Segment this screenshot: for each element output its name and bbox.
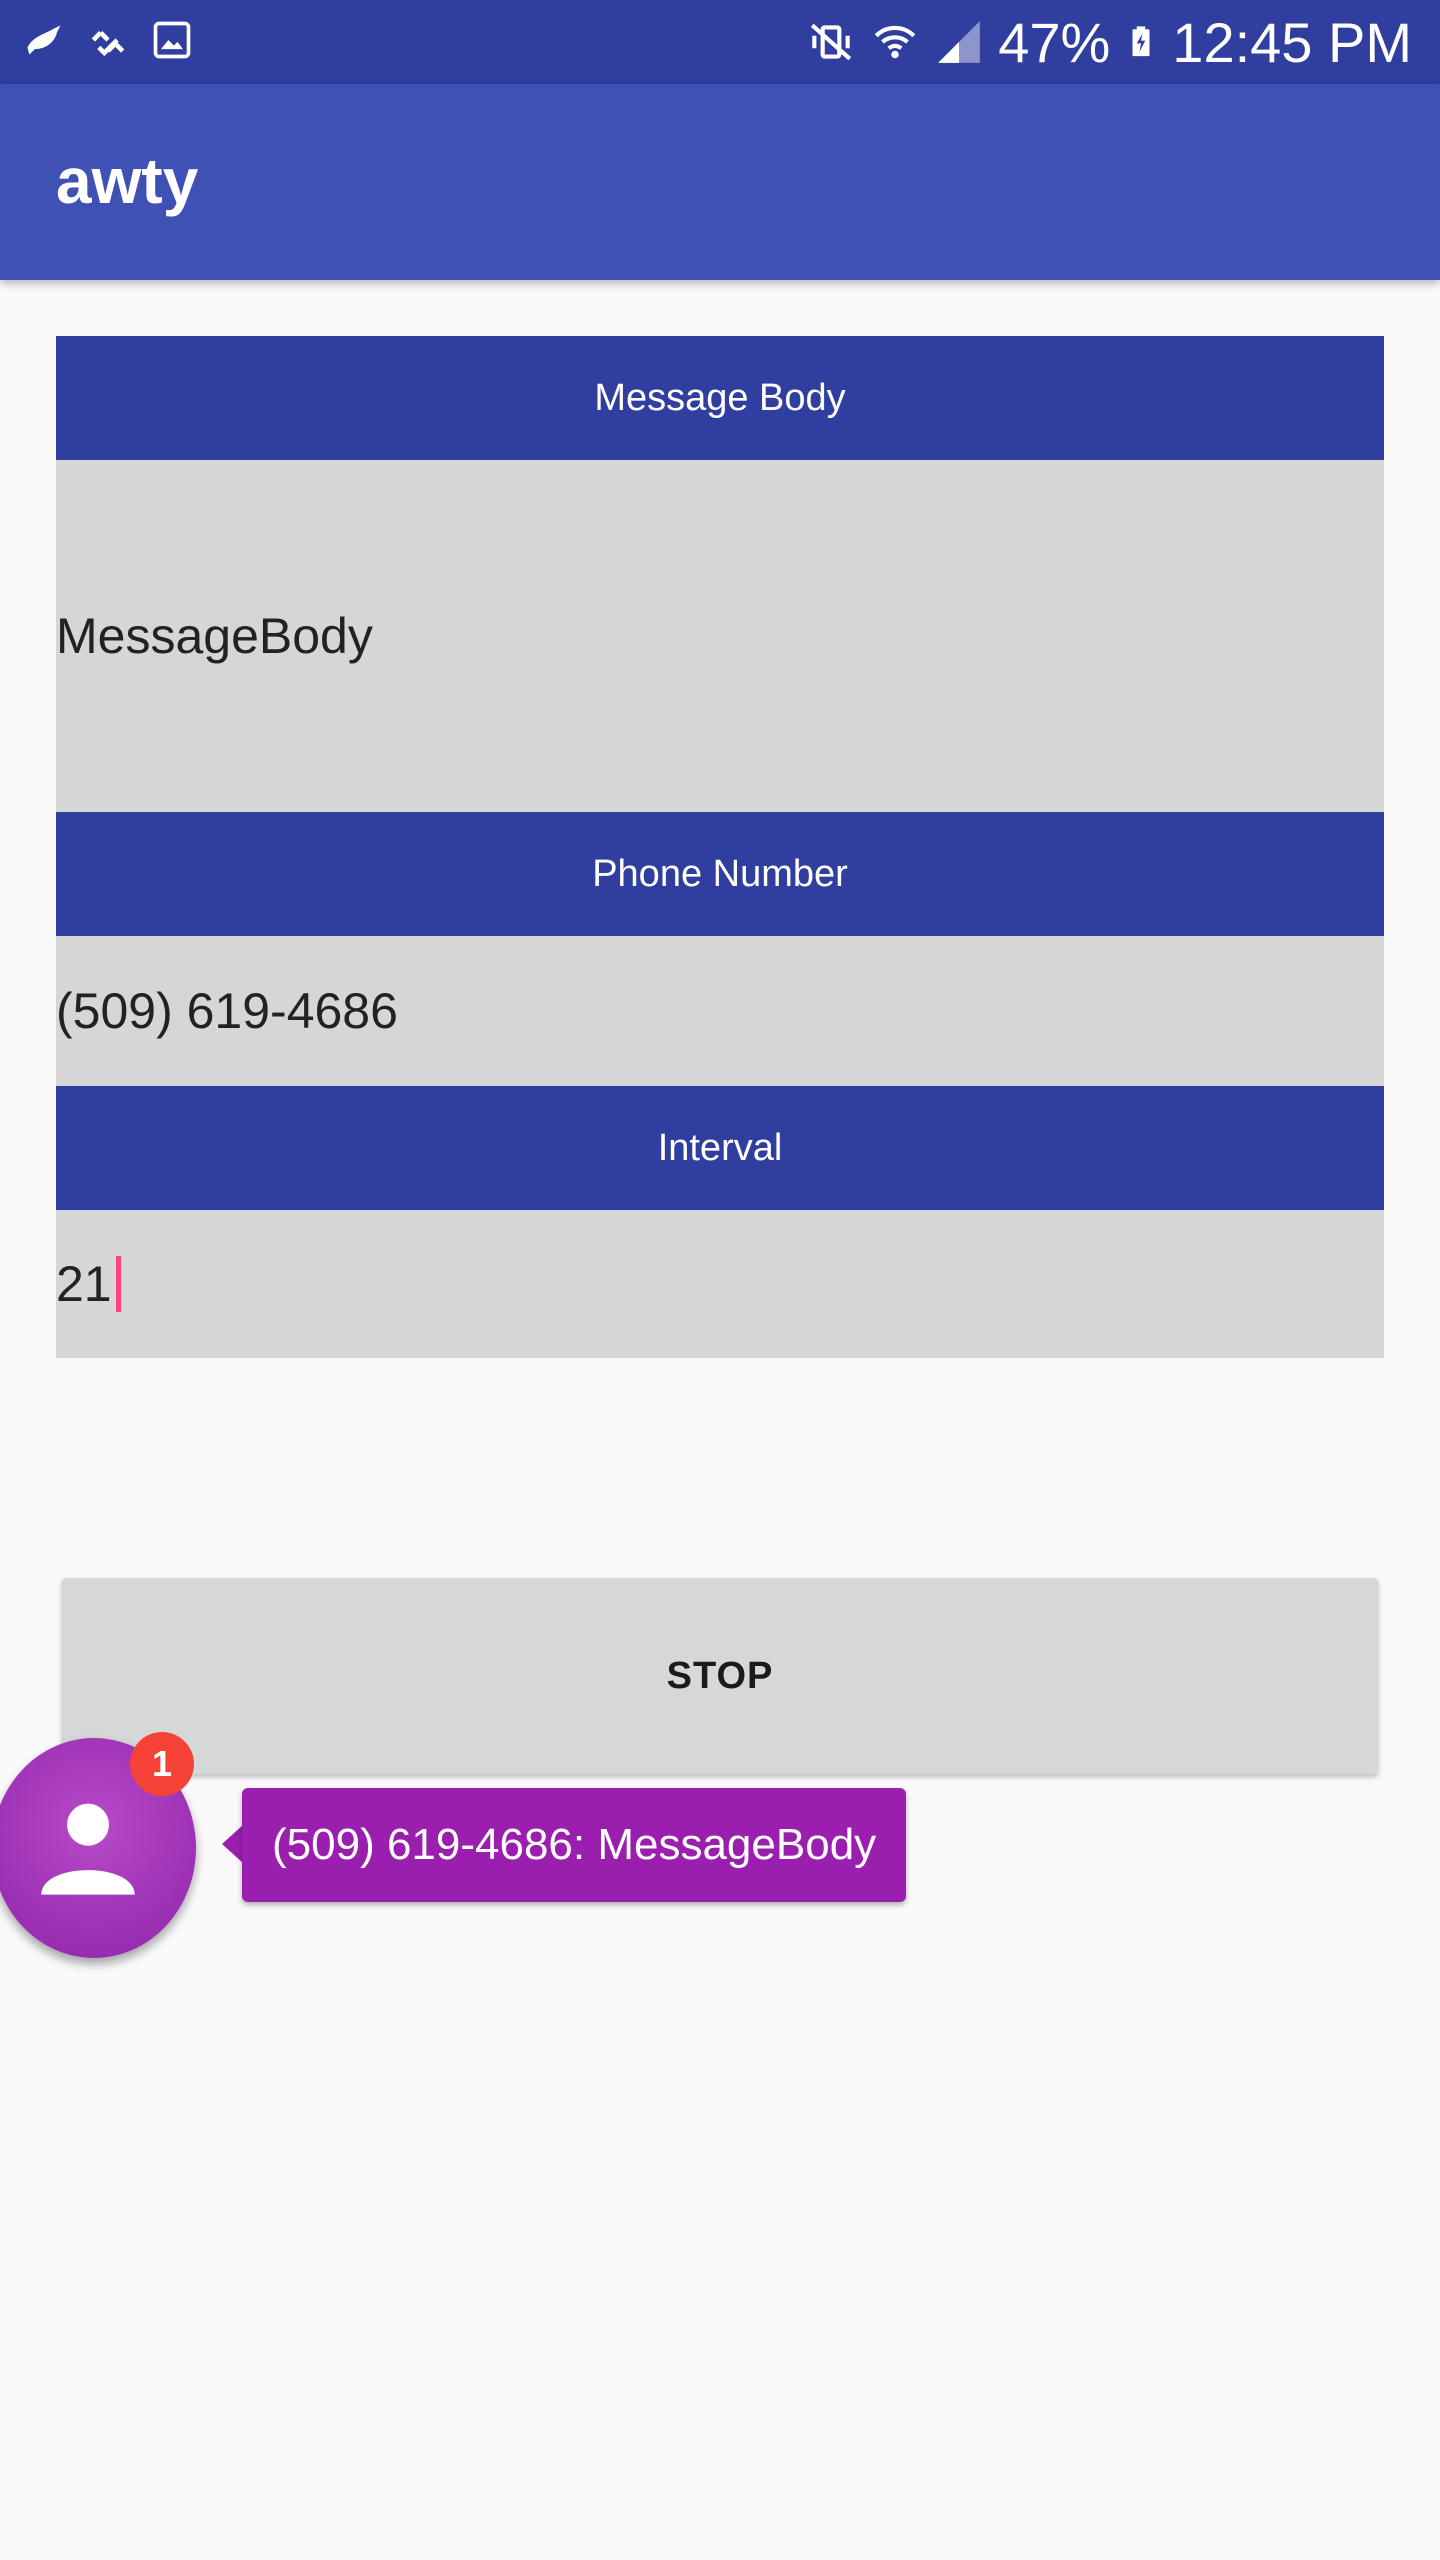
text-cursor [115, 1256, 121, 1312]
battery-charging-icon [1132, 26, 1150, 57]
wifi-icon [874, 25, 916, 59]
interval-value: 21 [56, 1256, 112, 1312]
status-bar: 47% 12:45 PM [0, 0, 1440, 84]
phone-number-field[interactable]: (509) 619-4686 [56, 936, 1384, 1086]
mute-vibrate-icon [811, 23, 852, 61]
clock: 12:45 PM [1172, 10, 1412, 74]
battery-percentage: 47% [998, 10, 1111, 74]
message-body-field[interactable]: MessageBody [56, 460, 1384, 812]
app-bar: awty [0, 84, 1440, 280]
status-system-icons: 47% 12:45 PM [806, 0, 1412, 84]
stop-button[interactable]: STOP [62, 1578, 1378, 1774]
image-icon [153, 21, 191, 59]
phone-number-value: (509) 619-4686 [56, 983, 398, 1039]
bird-icon [27, 25, 61, 55]
sync-check-icon [91, 31, 125, 57]
message-body-label: Message Body [56, 336, 1384, 460]
chat-message-tail [222, 1824, 244, 1864]
unread-badge: 1 [130, 1732, 194, 1796]
chat-message-preview[interactable]: (509) 619-4686: MessageBody [242, 1788, 907, 1902]
interval-label: Interval [56, 1086, 1384, 1210]
phone-number-label: Phone Number [56, 812, 1384, 936]
message-body-value: MessageBody [56, 608, 373, 664]
status-notification-icons [22, 18, 194, 62]
interval-field[interactable]: 21 [56, 1210, 1384, 1358]
cell-signal-icon [938, 21, 981, 63]
app-title: awty [56, 145, 199, 217]
person-icon [41, 1803, 135, 1895]
